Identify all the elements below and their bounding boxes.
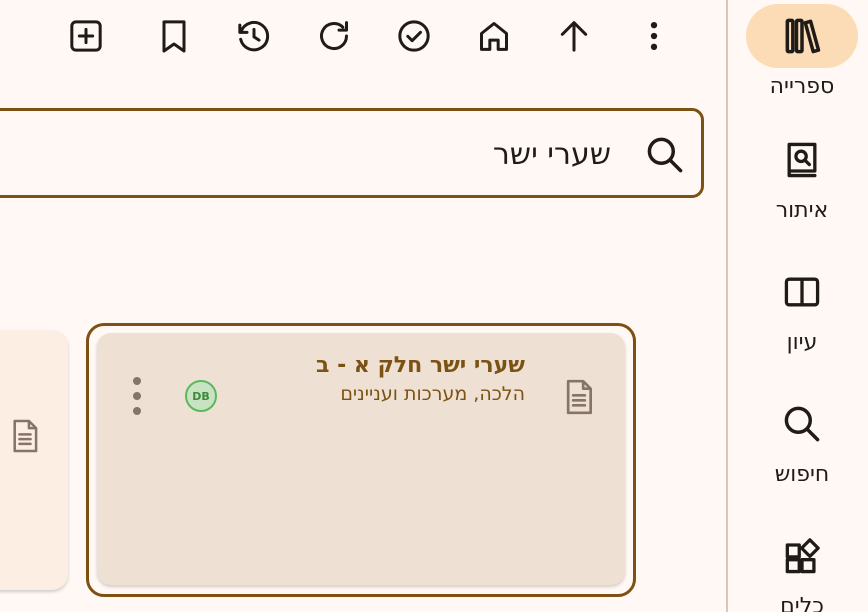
rail-item-indicator xyxy=(746,4,858,68)
document-icon xyxy=(13,419,38,453)
top-toolbar xyxy=(0,0,726,76)
history-icon xyxy=(238,21,270,52)
rail-item-indicator xyxy=(746,260,858,324)
home-button[interactable] xyxy=(472,14,516,58)
search-icon xyxy=(784,406,820,442)
library-books-icon xyxy=(785,18,821,54)
check-button[interactable] xyxy=(392,14,436,58)
bookmark-button[interactable] xyxy=(152,14,196,58)
book-category: הלכה, מערכות ועניינים xyxy=(340,383,525,405)
menu-dot xyxy=(133,392,141,400)
rail-label: איתור xyxy=(775,198,829,223)
more-options-button[interactable] xyxy=(632,14,676,58)
history-button[interactable] xyxy=(232,14,276,58)
open-book-icon xyxy=(784,277,820,307)
result-card[interactable]: שערי ישר חלק א - ב הלכה, מערכות ועניינים… xyxy=(97,333,625,585)
menu-dot xyxy=(133,407,141,415)
rail-item-search[interactable]: חיפוש xyxy=(728,392,868,504)
rail-item-indicator xyxy=(746,392,858,456)
rail-item-locate[interactable]: איתור xyxy=(728,128,868,240)
rail-label: חיפוש xyxy=(774,462,830,487)
rail-item-tools[interactable]: כלים xyxy=(728,524,868,612)
bookmark-icon xyxy=(162,20,186,53)
rail-item-library[interactable]: ספרייה xyxy=(728,4,868,116)
navigation-rail: ספרייה איתור עיון חיפוש כלים xyxy=(728,0,868,612)
go-up-button[interactable] xyxy=(552,14,596,58)
more-vert-icon xyxy=(650,22,658,50)
rail-item-indicator xyxy=(746,524,858,588)
rail-label: כלים xyxy=(780,594,824,612)
rail-item-study[interactable]: עיון xyxy=(728,260,868,372)
refresh-icon xyxy=(320,21,348,50)
search-input[interactable] xyxy=(51,129,611,179)
rail-label: ספרייה xyxy=(769,74,835,99)
rail-item-indicator xyxy=(746,128,858,192)
search-icon[interactable] xyxy=(643,133,687,177)
menu-dot xyxy=(133,377,141,385)
result-card-partial[interactable] xyxy=(0,330,68,590)
widgets-icon xyxy=(785,538,820,574)
arrow-up-icon xyxy=(560,21,588,52)
card-more-options-button[interactable] xyxy=(125,377,149,415)
document-icon xyxy=(566,379,592,415)
add-tab-button[interactable] xyxy=(64,14,108,58)
add-box-icon xyxy=(70,20,102,52)
search-field[interactable] xyxy=(0,108,704,198)
refresh-button[interactable] xyxy=(312,14,356,58)
find-in-book-icon xyxy=(787,142,817,178)
check-circle-icon xyxy=(398,20,430,52)
app-window: שערי ישר חלק א - ב הלכה, מערכות ועניינים… xyxy=(0,0,868,612)
db-badge: DB xyxy=(185,380,217,412)
rail-label: עיון xyxy=(786,330,818,355)
book-title: שערי ישר חלק א - ב xyxy=(316,353,525,378)
home-icon xyxy=(480,22,508,51)
